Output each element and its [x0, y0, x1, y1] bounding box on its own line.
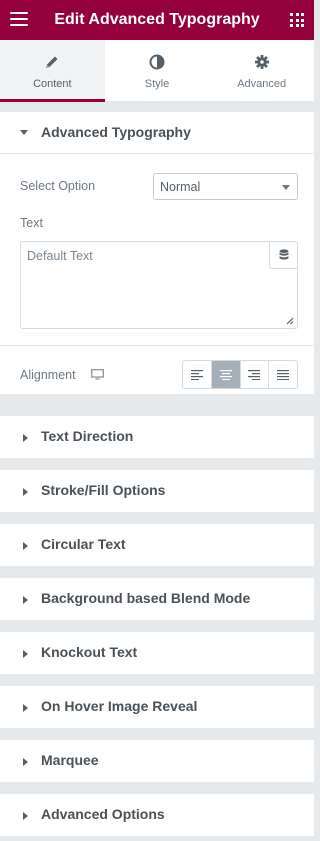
caret-right-icon: [23, 812, 28, 820]
text-label: Text: [20, 216, 43, 230]
section-marquee[interactable]: Marquee: [0, 740, 314, 782]
desktop-monitor-icon[interactable]: [91, 369, 104, 380]
tab-style[interactable]: Style: [105, 40, 210, 101]
section-advanced-typography: Advanced Typography Select Option Normal…: [0, 112, 314, 394]
caret-right-icon: [23, 704, 28, 712]
section-stroke-fill-options[interactable]: Stroke/Fill Options: [0, 470, 314, 512]
caret-right-icon: [23, 596, 28, 604]
panel-tabs: Content Style Advanced: [0, 40, 314, 102]
caret-right-icon: [23, 434, 28, 442]
tab-advanced[interactable]: Advanced: [209, 40, 314, 101]
section-title: Text Direction: [41, 428, 134, 444]
align-right-button[interactable]: [241, 361, 270, 388]
section-title: Advanced Typography: [41, 124, 191, 140]
align-center-button[interactable]: [211, 361, 241, 388]
section-title: Circular Text: [41, 536, 126, 552]
text-textarea[interactable]: Default Text: [20, 241, 298, 329]
section-background-blend-mode[interactable]: Background based Blend Mode: [0, 578, 314, 620]
caret-right-icon: [23, 542, 28, 550]
select-option-label: Select Option: [20, 179, 96, 193]
dynamic-tags-database-icon[interactable]: [269, 241, 298, 269]
section-title: On Hover Image Reveal: [41, 698, 198, 714]
align-left-button[interactable]: [183, 361, 212, 388]
section-text-direction[interactable]: Text Direction: [0, 416, 314, 458]
caret-right-icon: [23, 488, 28, 496]
half-circle-icon: [105, 54, 210, 70]
section-header[interactable]: Advanced Typography: [0, 112, 314, 154]
section-title: Knockout Text: [41, 644, 138, 660]
align-left-icon: [190, 369, 203, 380]
section-knockout-text[interactable]: Knockout Text: [0, 632, 314, 674]
alignment-label: Alignment: [20, 368, 76, 382]
pencil-icon: [0, 54, 105, 70]
panel-title: Edit Advanced Typography: [54, 11, 260, 28]
align-right-icon: [248, 369, 261, 380]
align-center-icon: [219, 369, 232, 380]
section-title: Marquee: [41, 752, 99, 768]
section-circular-text[interactable]: Circular Text: [0, 524, 314, 566]
section-title: Background based Blend Mode: [41, 590, 251, 606]
tab-content[interactable]: Content: [0, 40, 105, 102]
resize-handle-icon[interactable]: [286, 317, 294, 325]
tab-label: Content: [33, 78, 72, 90]
section-title: Advanced Options: [41, 806, 165, 822]
section-title: Stroke/Fill Options: [41, 482, 166, 498]
select-value: Normal: [160, 180, 201, 194]
select-option-dropdown[interactable]: Normal: [153, 173, 298, 200]
panel-header: Edit Advanced Typography: [0, 0, 314, 40]
section-advanced-options[interactable]: Advanced Options: [0, 794, 314, 836]
caret-right-icon: [23, 650, 28, 658]
tab-label: Advanced: [237, 78, 287, 90]
text-placeholder: Default Text: [27, 249, 93, 263]
divider: [0, 345, 314, 346]
gear-icon: [209, 54, 314, 70]
caret-right-icon: [23, 758, 28, 766]
align-justify-icon: [277, 369, 290, 380]
dropdown-arrow-icon: [282, 185, 290, 190]
tab-label: Style: [144, 78, 170, 90]
widgets-grid-icon[interactable]: [290, 13, 304, 27]
section-hover-image-reveal[interactable]: On Hover Image Reveal: [0, 686, 314, 728]
align-justify-button[interactable]: [269, 361, 297, 388]
caret-down-icon: [20, 130, 28, 135]
alignment-control: [182, 360, 298, 389]
